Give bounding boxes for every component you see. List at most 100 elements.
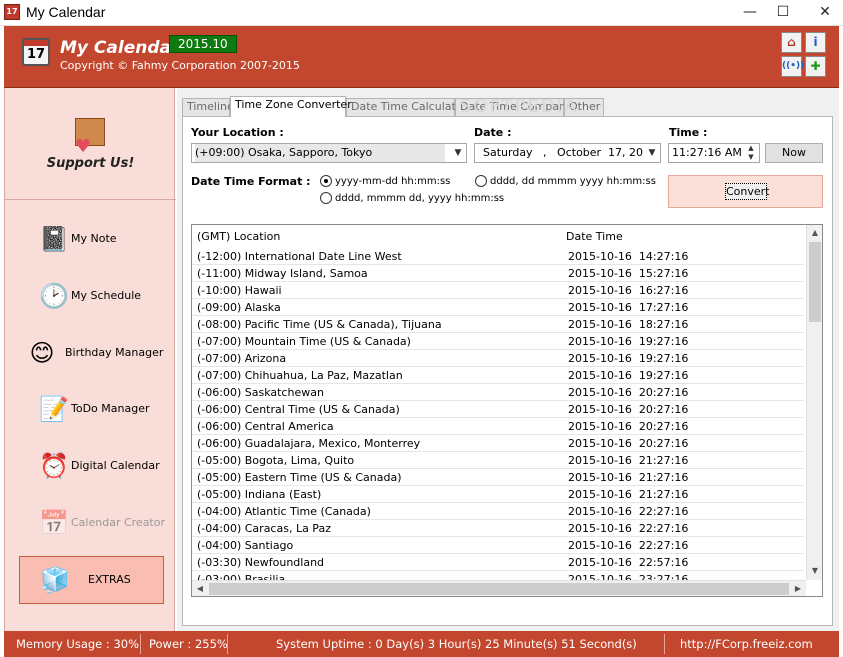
table-row[interactable]: (-04:00) Atlantic Time (Canada) 2015-10-1… xyxy=(192,503,804,520)
tab-time-zone-converter[interactable]: Time Zone Converter xyxy=(230,96,352,117)
location-select[interactable]: (+09:00) Osaka, Sapporo, Tokyo ▼ xyxy=(191,143,467,163)
cell-date-time: 2015-10-16 21:27:16 xyxy=(568,471,689,484)
calendar-logo-icon: 17 xyxy=(22,38,50,66)
add-icon[interactable]: ✚ xyxy=(805,56,826,77)
date-picker[interactable]: Saturday , October 17, 2015 ▼ xyxy=(474,143,661,163)
radio-icon xyxy=(475,175,487,187)
table-row[interactable]: (-07:00) Arizona 2015-10-16 19:27:16 xyxy=(192,350,804,367)
scroll-down-icon[interactable]: ▼ xyxy=(807,563,822,579)
scrollbar-thumb[interactable] xyxy=(809,242,821,322)
sidebar-item-my-note[interactable]: 📓 My Note xyxy=(19,216,164,264)
cell-location: (-11:00) Midway Island, Samoa xyxy=(197,267,368,280)
table-row[interactable]: (-04:00) Caracas, La Paz 2015-10-16 22:27… xyxy=(192,520,804,537)
cell-location: (-09:00) Alaska xyxy=(197,301,281,314)
copyright-text: Copyright © Fahmy Corporation 2007-2015 xyxy=(60,59,300,72)
now-button[interactable]: Now xyxy=(765,143,823,163)
table-row[interactable]: (-07:00) Mountain Time (US & Canada) 2015… xyxy=(192,333,804,350)
status-divider xyxy=(664,634,665,654)
cell-date-time: 2015-10-16 21:27:16 xyxy=(568,488,689,501)
sidebar-item-label: Calendar Creator xyxy=(71,516,165,529)
table-row[interactable]: (-11:00) Midway Island, Samoa 2015-10-16 … xyxy=(192,265,804,282)
location-label: Your Location : xyxy=(191,126,284,139)
tab-timeline[interactable]: Timeline xyxy=(182,98,234,116)
table-row[interactable]: (-04:00) Santiago 2015-10-16 22:27:16 xyxy=(192,537,804,554)
minimize-button[interactable]: — xyxy=(735,2,765,22)
cell-date-time: 2015-10-16 15:27:16 xyxy=(568,267,689,280)
sidebar-item-extras[interactable]: 🧊 EXTRAS xyxy=(19,556,164,604)
table-row[interactable]: (-05:00) Indiana (East) 2015-10-16 21:27:… xyxy=(192,486,804,503)
watermark: SOFTPEDIA xyxy=(460,96,579,117)
table-row[interactable]: (-05:00) Bogota, Lima, Quito 2015-10-16 2… xyxy=(192,452,804,469)
info-icon[interactable]: i xyxy=(805,32,826,53)
smiley-icon: 😊 xyxy=(29,339,55,367)
cell-date-time: 2015-10-16 17:27:16 xyxy=(568,301,689,314)
checklist-icon: 📝 xyxy=(39,395,69,423)
format-option-2[interactable]: dddd, dd mmmm yyyy hh:mm:ss xyxy=(475,175,656,187)
time-zone-converter-panel: Your Location : (+09:00) Osaka, Sapporo,… xyxy=(182,116,833,626)
sidebar-item-my-schedule[interactable]: 🕑 My Schedule xyxy=(19,273,164,321)
support-us-button[interactable]: ♥ Support Us! xyxy=(5,88,176,200)
cell-location: (-12:00) International Date Line West xyxy=(197,250,402,263)
spinner-icon[interactable]: ▲ ▼ xyxy=(743,144,759,162)
status-divider xyxy=(227,634,228,654)
cell-date-time: 2015-10-16 20:27:16 xyxy=(568,437,689,450)
vertical-scrollbar[interactable]: ▲ ▼ xyxy=(806,225,822,580)
table-row[interactable]: (-06:00) Guadalajara, Mexico, Monterrey 2… xyxy=(192,435,804,452)
table-row[interactable]: (-03:30) Newfoundland 2015-10-16 22:57:16 xyxy=(192,554,804,571)
cell-location: (-07:00) Arizona xyxy=(197,352,287,365)
table-row[interactable]: (-06:00) Saskatchewan 2015-10-16 20:27:16 xyxy=(192,384,804,401)
cell-date-time: 2015-10-16 22:27:16 xyxy=(568,505,689,518)
cell-location: (-07:00) Mountain Time (US & Canada) xyxy=(197,335,411,348)
broadcast-icon[interactable]: ((•)) xyxy=(781,56,804,77)
table-row[interactable]: (-08:00) Pacific Time (US & Canada), Tij… xyxy=(192,316,804,333)
convert-area: Convert xyxy=(668,175,823,208)
scroll-left-icon[interactable]: ◀ xyxy=(192,581,208,596)
maximize-button[interactable]: ☐ xyxy=(768,2,798,22)
horizontal-scrollbar[interactable]: ◀ ▶ xyxy=(192,580,806,596)
cell-date-time: 2015-10-16 19:27:16 xyxy=(568,352,689,365)
format-option-1[interactable]: yyyy-mm-dd hh:mm:ss xyxy=(320,175,450,187)
format-label: Date Time Format : xyxy=(191,175,311,188)
table-row[interactable]: (-06:00) Central Time (US & Canada) 2015-… xyxy=(192,401,804,418)
column-header-date-time[interactable]: Date Time xyxy=(566,230,623,243)
column-header-location[interactable]: (GMT) Location xyxy=(197,230,280,243)
cell-date-time: 2015-10-16 16:27:16 xyxy=(568,284,689,297)
cell-date-time: 2015-10-16 21:27:16 xyxy=(568,454,689,467)
blocks-icon: 🧊 xyxy=(40,566,70,594)
table-row[interactable]: (-09:00) Alaska 2015-10-16 17:27:16 xyxy=(192,299,804,316)
scroll-right-icon[interactable]: ▶ xyxy=(790,581,806,596)
table-row[interactable]: (-06:00) Central America 2015-10-16 20:27… xyxy=(192,418,804,435)
cell-date-time: 2015-10-16 19:27:16 xyxy=(568,369,689,382)
sidebar-item-label: EXTRAS xyxy=(88,573,131,586)
system-uptime: System Uptime : 0 Day(s) 3 Hour(s) 25 Mi… xyxy=(276,637,637,651)
cell-location: (-06:00) Central America xyxy=(197,420,334,433)
window-title: My Calendar xyxy=(26,4,106,20)
cell-date-time: 2015-10-16 14:27:16 xyxy=(568,250,689,263)
tab-date-time-calculator[interactable]: Date Time Calculator xyxy=(346,98,467,116)
title-bar: 17 My Calendar — ☐ ✕ xyxy=(0,0,843,26)
table-row[interactable]: (-12:00) International Date Line West 201… xyxy=(192,248,804,265)
cell-location: (-08:00) Pacific Time (US & Canada), Tij… xyxy=(197,318,442,331)
website-link[interactable]: http://FCorp.freeiz.com xyxy=(680,637,813,651)
time-spinner[interactable]: 11:27:16 AM ▲ ▼ xyxy=(668,143,760,163)
main-area: Timeline Time Zone Converter Date Time C… xyxy=(177,88,839,631)
cell-date-time: 2015-10-16 22:57:16 xyxy=(568,556,689,569)
radio-selected-icon xyxy=(320,175,332,187)
time-value: 11:27:16 AM xyxy=(672,146,742,159)
sidebar-item-birthday-manager[interactable]: 😊 Birthday Manager xyxy=(19,330,164,378)
sidebar-item-todo-manager[interactable]: 📝 ToDo Manager xyxy=(19,386,164,434)
table-row[interactable]: (-07:00) Chihuahua, La Paz, Mazatlan 2015… xyxy=(192,367,804,384)
home-icon[interactable]: ⌂ xyxy=(781,32,802,53)
table-row[interactable]: (-10:00) Hawaii 2015-10-16 16:27:16 xyxy=(192,282,804,299)
scroll-up-icon[interactable]: ▲ xyxy=(807,225,822,241)
clock-icon: 🕑 xyxy=(39,282,69,310)
convert-button[interactable]: Convert xyxy=(725,183,770,200)
format-option-3[interactable]: dddd, mmmm dd, yyyy hh:mm:ss xyxy=(320,192,504,204)
app-name: My Calendar xyxy=(60,38,180,58)
close-button[interactable]: ✕ xyxy=(810,2,840,22)
scrollbar-thumb[interactable] xyxy=(209,583,789,595)
cell-location: (-04:00) Atlantic Time (Canada) xyxy=(197,505,371,518)
table-row[interactable]: (-05:00) Eastern Time (US & Canada) 2015-… xyxy=(192,469,804,486)
sidebar-item-digital-calendar[interactable]: ⏰ Digital Calendar xyxy=(19,443,164,491)
cell-date-time: 2015-10-16 18:27:16 xyxy=(568,318,689,331)
